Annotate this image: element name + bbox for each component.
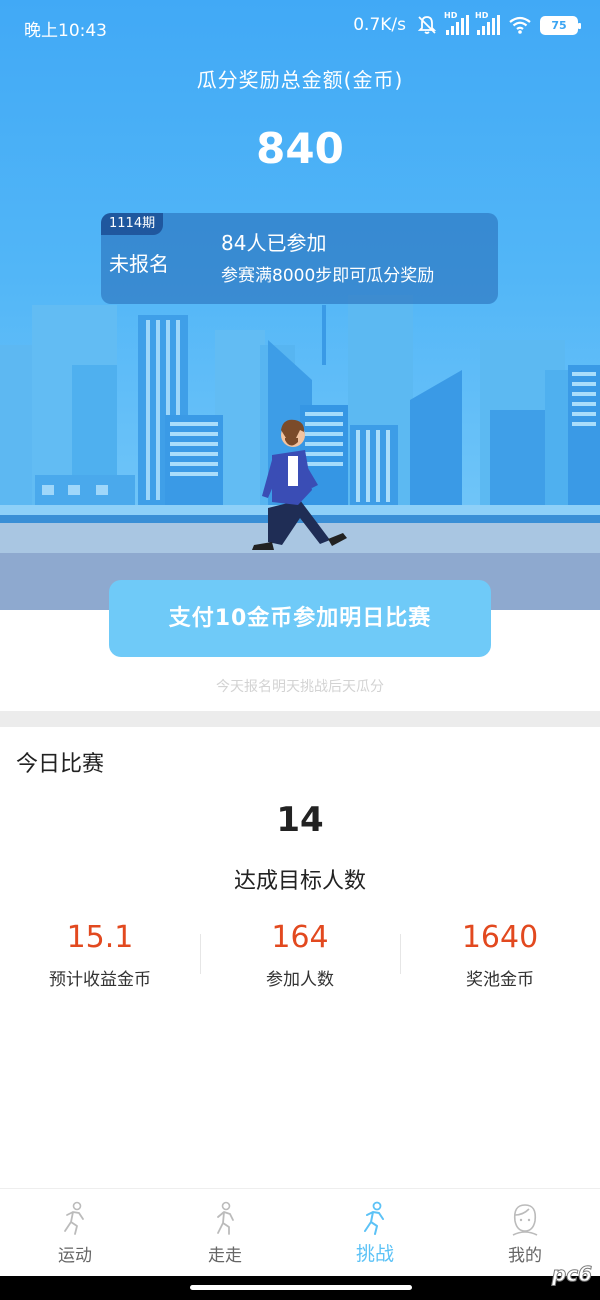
- tab-challenge[interactable]: 挑战: [300, 1189, 450, 1277]
- stat-label: 奖池金币: [466, 970, 534, 990]
- tab-label: 运动: [58, 1246, 92, 1266]
- signal-hd-icon: HD: [444, 11, 469, 35]
- tab-walk[interactable]: 走走: [150, 1189, 300, 1277]
- status-icons: 0.7K/s HD HD 75: [353, 11, 581, 36]
- pool-amount: 840: [256, 124, 344, 173]
- registration-status: 未报名: [109, 252, 169, 276]
- tab-label: 挑战: [355, 1243, 394, 1265]
- system-nav-bar: [0, 1276, 600, 1300]
- stat-expected-earnings: 15.1 预计收益金币: [0, 920, 200, 990]
- goal-achievers-count: 14: [276, 800, 324, 840]
- walker-icon: [217, 1201, 234, 1235]
- stat-value: 164: [271, 920, 329, 955]
- pool-title: 瓜分奖励总金额(金币): [196, 68, 404, 92]
- status-time: 晚上10:43: [24, 21, 107, 41]
- city-walker-illustration: [0, 295, 600, 610]
- tab-label: 走走: [208, 1246, 242, 1266]
- period-tag: 1114期: [101, 213, 164, 235]
- runner-icon: [64, 1201, 84, 1235]
- wifi-icon: [509, 16, 531, 34]
- section-divider: [0, 711, 600, 727]
- stat-participants: 164 参加人数: [200, 920, 400, 990]
- join-challenge-button[interactable]: 支付10金币参加明日比赛: [109, 580, 491, 657]
- challenge-runner-icon: [364, 1201, 384, 1235]
- stat-value: 15.1: [66, 920, 134, 955]
- stat-value: 1640: [461, 920, 539, 955]
- battery-icon: 75: [540, 15, 581, 35]
- profile-face-icon: [512, 1204, 538, 1236]
- today-stats: 15.1 预计收益金币 164 参加人数 1640 奖池金币: [0, 920, 600, 1000]
- stat-label: 预计收益金币: [49, 970, 151, 990]
- home-indicator[interactable]: [190, 1285, 412, 1290]
- signal-hd-icon: HD: [475, 11, 500, 35]
- today-section-title: 今日比赛: [16, 752, 105, 777]
- stat-prize-pool: 1640 奖池金币: [400, 920, 600, 990]
- mute-bell-icon: [417, 16, 437, 34]
- join-hint: 今天报名明天挑战后天瓜分: [216, 679, 384, 695]
- network-speed: 0.7K/s: [353, 15, 406, 35]
- participants-count: 84人已参加: [221, 231, 327, 255]
- tab-sport[interactable]: 运动: [0, 1189, 150, 1277]
- stat-label: 参加人数: [266, 970, 334, 990]
- challenge-rule: 参赛满8000步即可瓜分奖励: [221, 266, 435, 286]
- bottom-tab-bar: 运动 走走 挑战 我的: [0, 1188, 600, 1276]
- hero-banner: 晚上10:43 0.7K/s HD HD 75 瓜分奖励总金额(金币) 840 …: [0, 0, 600, 610]
- period-info-card: 1114期 未报名 84人已参加 参赛满8000步即可瓜分奖励: [101, 213, 498, 304]
- pc6-watermark-logo: pc6: [551, 1262, 592, 1287]
- goal-achievers-label: 达成目标人数: [233, 869, 366, 894]
- status-bar: 晚上10:43 0.7K/s HD HD 75: [0, 0, 600, 54]
